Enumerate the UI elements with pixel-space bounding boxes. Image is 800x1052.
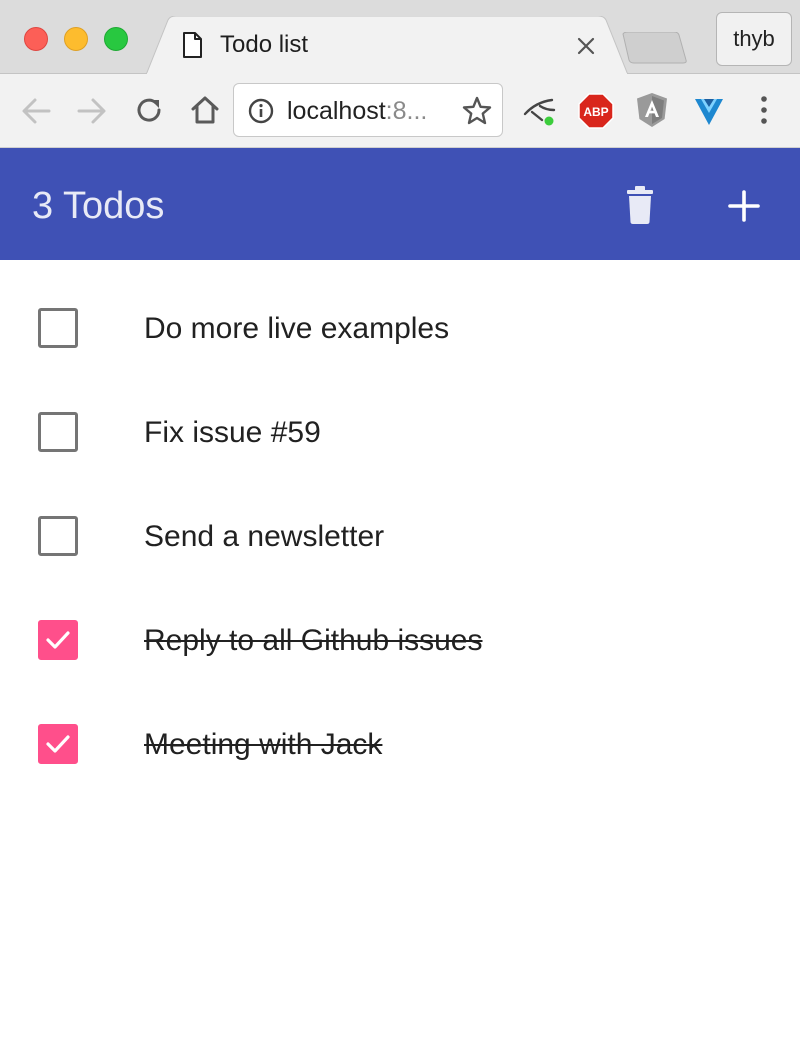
angular-icon[interactable] <box>636 92 668 133</box>
todo-item[interactable]: Do more live examples <box>0 260 800 364</box>
more-menu-icon[interactable] <box>754 94 774 131</box>
wappalyzer-icon[interactable] <box>522 94 558 133</box>
document-icon <box>182 32 202 63</box>
vue-devtools-icon[interactable] <box>693 95 725 132</box>
todo-checkbox[interactable] <box>38 724 78 764</box>
delete-button[interactable] <box>610 178 670 234</box>
browser-toolbar: localhost:8... ABP <box>0 74 800 148</box>
back-arrow-icon[interactable] <box>20 96 52 131</box>
todo-text: Reply to all Github issues <box>144 624 483 657</box>
window-maximize-button[interactable] <box>104 27 128 51</box>
todo-list: Do more live examples Fix issue #59 Send… <box>0 260 800 780</box>
bookmark-star-icon[interactable] <box>462 96 492 131</box>
tab-close-icon[interactable] <box>574 34 598 58</box>
browser-tab[interactable]: Todo list <box>146 16 628 75</box>
svg-text:ABP: ABP <box>583 105 608 119</box>
checkmark-icon <box>46 735 70 753</box>
browser-tabstrip: Todo list thyb <box>0 0 800 75</box>
trash-icon <box>627 186 653 224</box>
todo-item[interactable]: Fix issue #59 <box>0 364 800 468</box>
address-url: localhost:8... <box>287 96 427 126</box>
tab-title: Todo list <box>220 31 309 58</box>
todo-checkbox[interactable] <box>38 516 78 556</box>
app-bar: 3 Todos <box>0 148 800 260</box>
todo-text: Send a newsletter <box>144 520 385 553</box>
todo-checkbox[interactable] <box>38 620 78 660</box>
adblock-plus-icon[interactable]: ABP <box>578 93 614 134</box>
todo-text: Meeting with Jack <box>144 728 383 761</box>
add-todo-button[interactable] <box>714 176 774 236</box>
todo-checkbox[interactable] <box>38 308 78 348</box>
address-bar[interactable]: localhost:8... <box>233 83 503 137</box>
url-rest: :8... <box>385 97 428 125</box>
plus-icon <box>728 190 760 222</box>
window-close-button[interactable] <box>24 27 48 51</box>
info-icon[interactable] <box>248 98 274 129</box>
todo-text: Fix issue #59 <box>144 416 321 449</box>
todo-item[interactable]: Reply to all Github issues <box>0 572 800 676</box>
todo-text: Do more live examples <box>144 312 450 345</box>
todo-checkbox[interactable] <box>38 412 78 452</box>
todo-item[interactable]: Meeting with Jack <box>0 676 800 780</box>
todo-item[interactable]: Send a newsletter <box>0 468 800 572</box>
url-host: localhost <box>287 97 386 125</box>
new-tab-button[interactable] <box>620 31 688 69</box>
home-icon[interactable] <box>189 94 221 131</box>
window-minimize-button[interactable] <box>64 27 88 51</box>
page-title: 3 Todos <box>32 185 165 227</box>
reload-icon[interactable] <box>133 94 165 131</box>
profile-button[interactable]: thyb <box>716 12 792 66</box>
forward-arrow-icon[interactable] <box>76 96 108 131</box>
checkmark-icon <box>46 631 70 649</box>
